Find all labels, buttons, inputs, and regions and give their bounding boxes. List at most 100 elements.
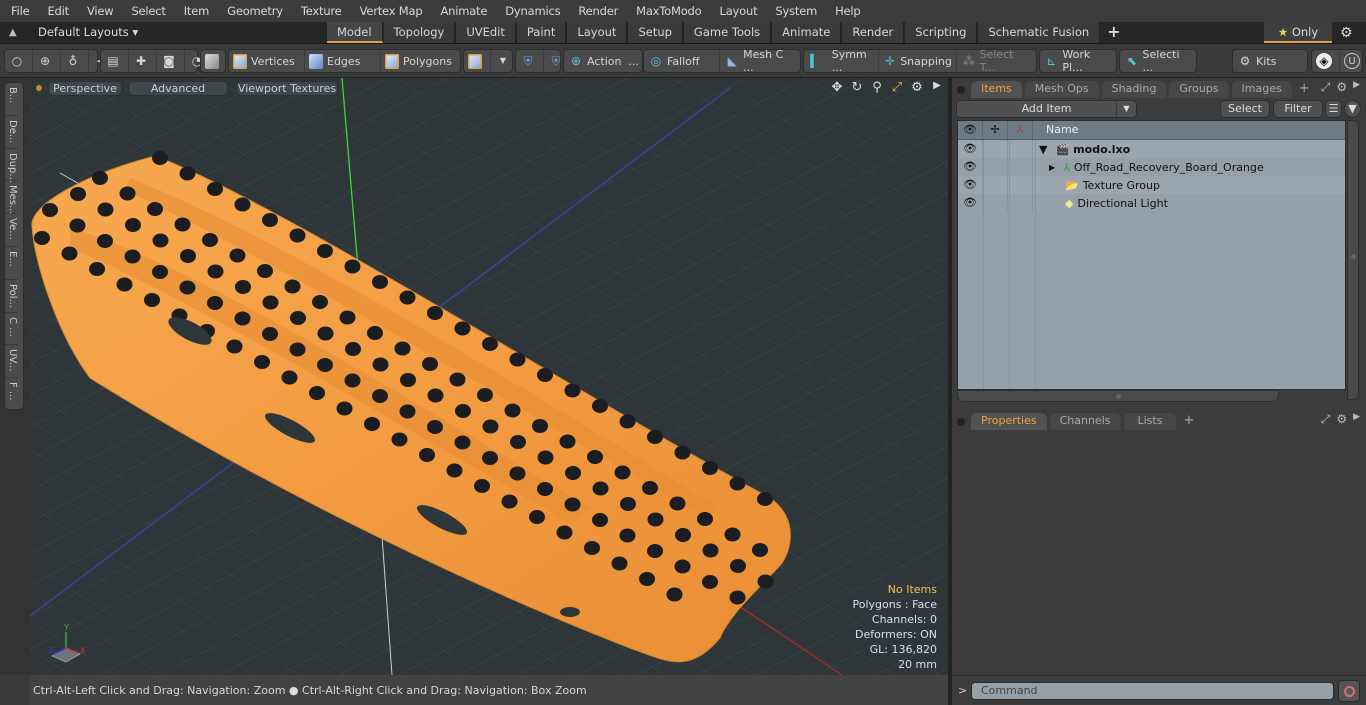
tab-schematic-fusion[interactable]: Schematic Fusion [978, 22, 1101, 43]
viewport-textures-dropdown[interactable]: Viewport Textures [236, 81, 338, 96]
vtab-basic[interactable]: B... [5, 83, 18, 116]
menu-vertex-map[interactable]: Vertex Map [349, 4, 430, 18]
vtab-deform[interactable]: De... [5, 116, 18, 149]
select-through-button[interactable]: ⁂ Select T... [957, 48, 1036, 74]
filter-button[interactable]: Filter [1273, 100, 1323, 118]
tab-groups[interactable]: Groups [1169, 81, 1229, 98]
only-toggle[interactable]: ★ Only [1264, 22, 1332, 43]
tab-setup[interactable]: Setup [628, 22, 683, 43]
panel-gear-icon[interactable]: ⚙ [1336, 412, 1347, 427]
vtab-vertex[interactable]: Ve... [5, 214, 18, 247]
tab-game-tools[interactable]: Game Tools [683, 22, 772, 43]
unity-button[interactable]: ◈ [1312, 50, 1340, 72]
vertical-scrollbar[interactable] [1347, 120, 1359, 400]
action-center-button[interactable]: ⊕ Action ... [564, 50, 643, 72]
tab-animate[interactable]: Animate [772, 22, 842, 43]
vtab-duplicate[interactable]: Dup... [5, 149, 18, 183]
menu-geometry[interactable]: Geometry [216, 4, 290, 18]
panel-gear-icon[interactable]: ⚙ [1336, 80, 1347, 95]
viewport-menu-dot[interactable] [36, 85, 42, 91]
sphere-tool-button[interactable]: ○ [5, 50, 33, 72]
tab-channels[interactable]: Channels [1049, 413, 1121, 430]
collapse-up-icon[interactable]: ▲ [9, 27, 21, 39]
lock-column-icon[interactable]: ✢ [983, 121, 1008, 139]
list-options-button[interactable]: ☰ [1325, 100, 1342, 118]
vtab-mesh-edit[interactable]: Mes... [5, 181, 18, 215]
expand-right-icon[interactable]: ▶ [930, 80, 944, 95]
vtab-polygon[interactable]: Pol... [5, 280, 18, 313]
add-item-dropdown-icon[interactable]: ▼ [1116, 101, 1136, 117]
vtab-edge[interactable]: E... [5, 247, 18, 280]
tab-render[interactable]: Render [842, 22, 905, 43]
menu-render[interactable]: Render [567, 4, 625, 18]
panel-arrow-icon[interactable]: ▶ [1353, 412, 1360, 427]
pen-tool-button[interactable]: ♁ [61, 50, 89, 72]
name-column-header[interactable]: Name [1033, 121, 1078, 139]
eye-icon[interactable]: 👁 [958, 158, 983, 176]
eye-icon[interactable]: 👁 [958, 194, 983, 212]
expand-panel-icon[interactable]: ⤢ [1321, 412, 1331, 427]
visibility-column-icon[interactable]: 👁 [958, 121, 983, 139]
list-item[interactable]: 👁 ◆ Directional Light [958, 194, 1345, 212]
vtab-uv[interactable]: UV... [5, 345, 18, 379]
panel-arrow-icon[interactable]: ▶ [1353, 80, 1360, 95]
tab-images[interactable]: Images [1231, 81, 1292, 98]
list-item[interactable]: 👁 ▼ 🎬 modo.lxo [958, 140, 1345, 158]
add-tab-button[interactable]: + [1101, 22, 1126, 43]
tab-properties[interactable]: Properties [971, 413, 1047, 430]
3d-viewport[interactable]: Perspective Advanced Viewport Textures ✥… [30, 78, 948, 675]
vtab-fusion[interactable]: F ... [5, 378, 18, 411]
menu-maxtomodo[interactable]: MaxToModo [625, 4, 708, 18]
record-macro-button[interactable] [1338, 680, 1360, 702]
uv-tool-1-button[interactable]: ▤ [101, 50, 129, 72]
expand-icon[interactable]: ▶ [1033, 163, 1055, 172]
vtab-curve[interactable]: C ... [5, 313, 18, 346]
list-item[interactable]: 👁 📂 Texture Group [958, 176, 1345, 194]
tab-mesh-ops[interactable]: Mesh Ops [1024, 81, 1099, 98]
tab-shading[interactable]: Shading [1101, 81, 1167, 98]
menu-texture[interactable]: Texture [290, 4, 349, 18]
advanced-dropdown[interactable]: Advanced [128, 81, 228, 96]
select-button[interactable]: Select [1220, 100, 1270, 118]
tab-paint[interactable]: Paint [516, 22, 567, 43]
perspective-dropdown[interactable]: Perspective [48, 81, 122, 96]
material-mode-button[interactable] [464, 50, 491, 72]
menu-system[interactable]: System [764, 4, 824, 18]
menu-select[interactable]: Select [120, 4, 172, 18]
eye-icon[interactable]: 👁 [958, 176, 983, 194]
scroll-knob[interactable] [1116, 394, 1121, 399]
snapping-button[interactable]: ✛ Snapping [879, 50, 957, 72]
kits-button[interactable]: ⚙ Kits [1233, 50, 1280, 72]
add-panel-tab-button[interactable]: + [1295, 81, 1314, 98]
horizontal-scrollbar[interactable] [957, 390, 1279, 402]
tab-scripting[interactable]: Scripting [905, 22, 978, 43]
scroll-knob[interactable] [1351, 254, 1356, 259]
menu-item[interactable]: Item [173, 4, 216, 18]
eye-icon[interactable]: 👁 [958, 140, 983, 158]
menu-layout[interactable]: Layout [709, 4, 765, 18]
menu-file[interactable]: File [0, 4, 36, 18]
unreal-button[interactable]: U [1340, 50, 1366, 72]
command-input[interactable]: Command [971, 682, 1334, 700]
filter-funnel-button[interactable]: ▼ [1344, 100, 1361, 118]
tab-model[interactable]: Model [327, 22, 383, 43]
gear-icon[interactable]: ⚙ [1340, 25, 1353, 41]
falloff-button[interactable]: ◎ Falloff [644, 50, 721, 72]
menu-help[interactable]: Help [824, 4, 867, 18]
polygons-mode-button[interactable]: Polygons [381, 50, 459, 72]
menu-view[interactable]: View [76, 4, 121, 18]
add-item-button[interactable]: Add Item ▼ [956, 100, 1137, 118]
vertices-mode-button[interactable]: Vertices [229, 50, 305, 72]
menu-edit[interactable]: Edit [36, 4, 75, 18]
selection-sets-button[interactable]: ⬉ Selecti ... [1120, 48, 1196, 74]
tab-layout[interactable]: Layout [567, 22, 628, 43]
rotate-icon[interactable]: ↻ [850, 80, 864, 95]
mesh-constraint-button[interactable]: ◣ Mesh C ... [720, 48, 800, 74]
panel-menu-dot[interactable] [957, 418, 965, 426]
item-mode-button[interactable] [201, 50, 227, 72]
material-mode-dropdown[interactable]: ▼ [491, 50, 518, 72]
maximize-icon[interactable]: ⤢ [890, 80, 904, 95]
pan-icon[interactable]: ✥ [830, 80, 844, 95]
panel-menu-dot[interactable] [957, 86, 965, 94]
symmetry-button[interactable]: ▍ Symm ... [804, 48, 879, 74]
